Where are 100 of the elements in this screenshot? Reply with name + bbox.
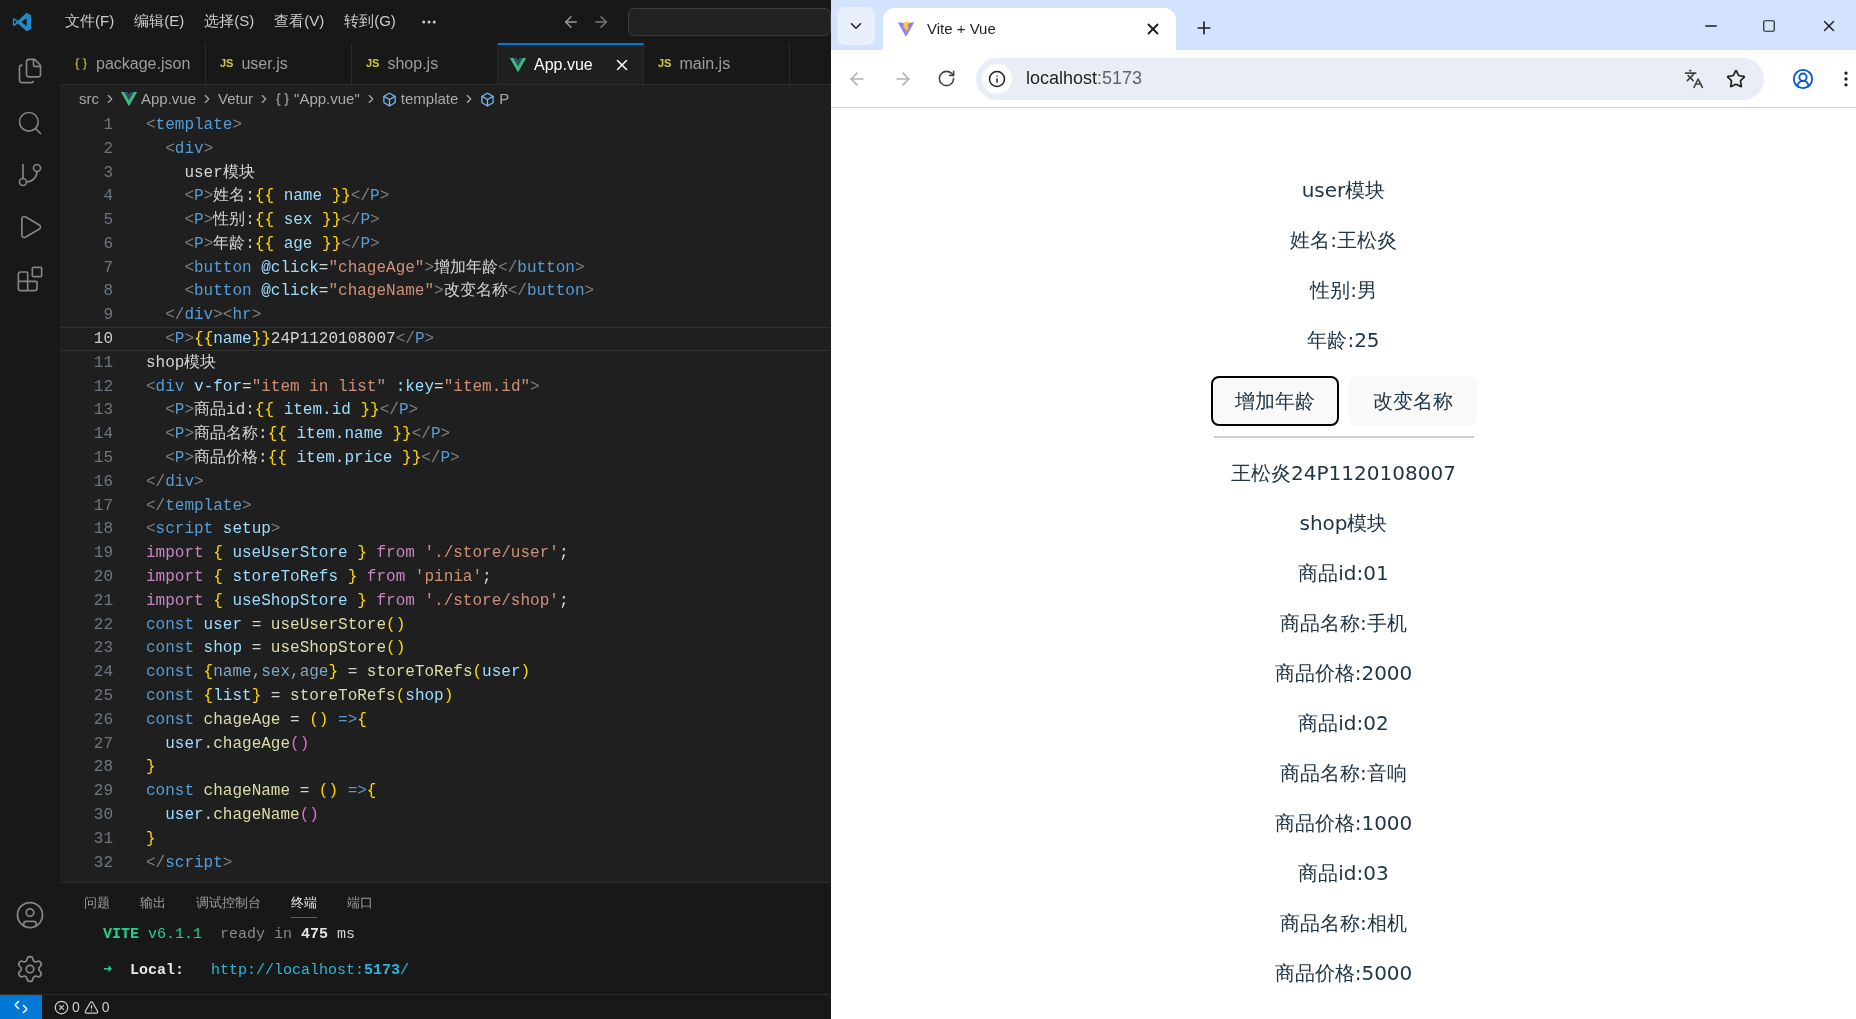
breadcrumb-item[interactable]: Vetur (218, 87, 254, 111)
error-count[interactable]: 0 (72, 996, 80, 1018)
explorer-icon[interactable] (16, 57, 44, 85)
menu-item[interactable]: 转到(G) (334, 10, 406, 33)
breadcrumb-item[interactable]: App.vue (141, 87, 197, 111)
line-number: 15 (92, 448, 113, 470)
code-line: <button @click="chageName">改变名称</button> (183, 280, 595, 303)
info-text: 商品价格:1000 (1274, 811, 1413, 835)
info-text: 王松炎24P1120108007 (1231, 461, 1456, 485)
code-line: <P>商品名称:{{ item.name }}</P> (164, 423, 451, 446)
info-text: 姓名:王松炎 (1290, 228, 1397, 252)
editor-tab[interactable]: App.vue (498, 43, 644, 84)
menu-item[interactable]: 编辑(E) (124, 10, 195, 33)
panel-tab[interactable]: 调试控制台 (196, 893, 261, 918)
menu-item[interactable]: 选择(S) (194, 10, 265, 33)
settings-icon[interactable] (15, 954, 45, 984)
search-icon[interactable] (16, 109, 44, 137)
line-number: 7 (102, 257, 113, 279)
line-number: 29 (92, 781, 113, 803)
js-file-icon: JS (366, 55, 380, 72)
code-line: <P>性别:{{ sex }}</P> (183, 210, 380, 232)
code-line: user模块 (183, 162, 255, 184)
breadcrumb-item[interactable]: template (400, 87, 459, 111)
site-info-icon[interactable] (988, 69, 1006, 88)
page-button[interactable]: 增加年龄 (1210, 376, 1339, 426)
cube-icon (480, 91, 496, 107)
vue-file-icon (121, 92, 137, 106)
account-icon[interactable] (15, 900, 45, 930)
line-number: 12 (92, 376, 113, 398)
panel-tab[interactable]: 终端 (291, 893, 317, 918)
code-line: <P>{{name}}24P1120108007</P> (164, 329, 435, 351)
info-text: 商品名称:手机 (1280, 611, 1407, 635)
profile-icon[interactable] (1792, 67, 1814, 90)
code-line: const user = useUserStore() (146, 614, 406, 636)
info-text: 商品名称:音响 (1280, 761, 1407, 785)
branch-icon[interactable] (16, 161, 44, 189)
code-line: <div v-for="item in list" :key="item.id"> (146, 376, 540, 398)
terminal-line: ➜ Local: http://localhost:5173/ (103, 961, 411, 981)
line-number: 32 (92, 852, 113, 874)
vue-file-icon (510, 57, 526, 72)
app-logo-icon (11, 10, 33, 33)
line-number: 26 (92, 709, 113, 731)
line-number: 13 (92, 400, 113, 422)
code-line: </div> (146, 471, 204, 493)
line-number: 23 (92, 638, 113, 660)
breadcrumb-item[interactable]: "App.vue" (294, 87, 360, 111)
code-line: import { storeToRefs } from 'pinia'; (146, 567, 492, 589)
code-line: <P>姓名:{{ name }}</P> (183, 186, 390, 208)
line-number: 6 (102, 233, 113, 255)
js-file-icon: JS (658, 55, 672, 72)
reload-icon[interactable] (937, 69, 956, 88)
bookmark-icon[interactable] (1726, 68, 1746, 89)
translate-icon[interactable] (1684, 68, 1704, 89)
code-line: const chageAge = () =>{ (146, 709, 367, 731)
code-line: } (146, 757, 156, 779)
code-line: <P>商品价格:{{ item.price }}</P> (164, 447, 460, 470)
url-text: localhost:5173 (1026, 67, 1144, 90)
line-number: 25 (92, 686, 113, 708)
line-number: 18 (92, 519, 113, 541)
code-line: const {name,sex,age} = storeToRefs(user) (146, 662, 531, 684)
line-number: 30 (92, 805, 113, 826)
info-text: 商品id:03 (1298, 861, 1389, 885)
breadcrumb-item[interactable]: P (499, 87, 510, 111)
line-number: 2 (102, 138, 113, 160)
maximize-icon[interactable] (1762, 19, 1776, 33)
menu-item[interactable]: 查看(V) (264, 10, 335, 33)
code-line: <button @click="chageAge">增加年龄</button> (183, 257, 585, 279)
info-text: shop模块 (1299, 511, 1388, 535)
extensions-icon[interactable] (16, 265, 44, 293)
code-line: <div> (164, 138, 214, 160)
page-button[interactable]: 改变名称 (1348, 376, 1477, 426)
code-line: const chageName = () =>{ (146, 781, 377, 803)
line-number: 20 (92, 567, 113, 589)
line-number: 10 (92, 329, 113, 351)
code-line: </div><hr> (164, 305, 262, 327)
breadcrumb-item[interactable]: src (79, 87, 99, 111)
panel-tab[interactable]: 端口 (347, 893, 373, 918)
info-text: 性别:男 (1310, 278, 1377, 302)
info-text: 商品价格:2000 (1274, 661, 1413, 685)
menu-item[interactable]: 文件(F) (55, 10, 125, 33)
cube-icon (381, 91, 397, 107)
code-line: <P>年龄:{{ age }}</P> (183, 233, 380, 255)
code-line: </script> (146, 852, 233, 874)
code-line: const {list} = storeToRefs(shop) (146, 686, 454, 708)
panel-tab[interactable]: 问题 (84, 893, 110, 918)
vite-logo-icon (897, 20, 915, 38)
line-number: 24 (92, 662, 113, 684)
panel-tab[interactable]: 输出 (140, 893, 166, 918)
code-line: import { useUserStore } from './store/user'; (146, 543, 569, 565)
code-line: const shop = useShopStore() (146, 638, 406, 660)
browser-tab[interactable]: Vite + Vue (883, 8, 1176, 50)
line-number: 21 (92, 590, 113, 612)
info-text: 商品名称:相机 (1280, 911, 1407, 935)
warning-count[interactable]: 0 (101, 996, 110, 1018)
line-number: 19 (92, 543, 113, 565)
warning-icon (83, 999, 99, 1015)
address-bar[interactable]: localhost:5173 (976, 57, 1764, 100)
code-line: user.chageAge() (164, 733, 310, 755)
line-number: 16 (92, 471, 113, 493)
line-number: 22 (92, 614, 113, 636)
